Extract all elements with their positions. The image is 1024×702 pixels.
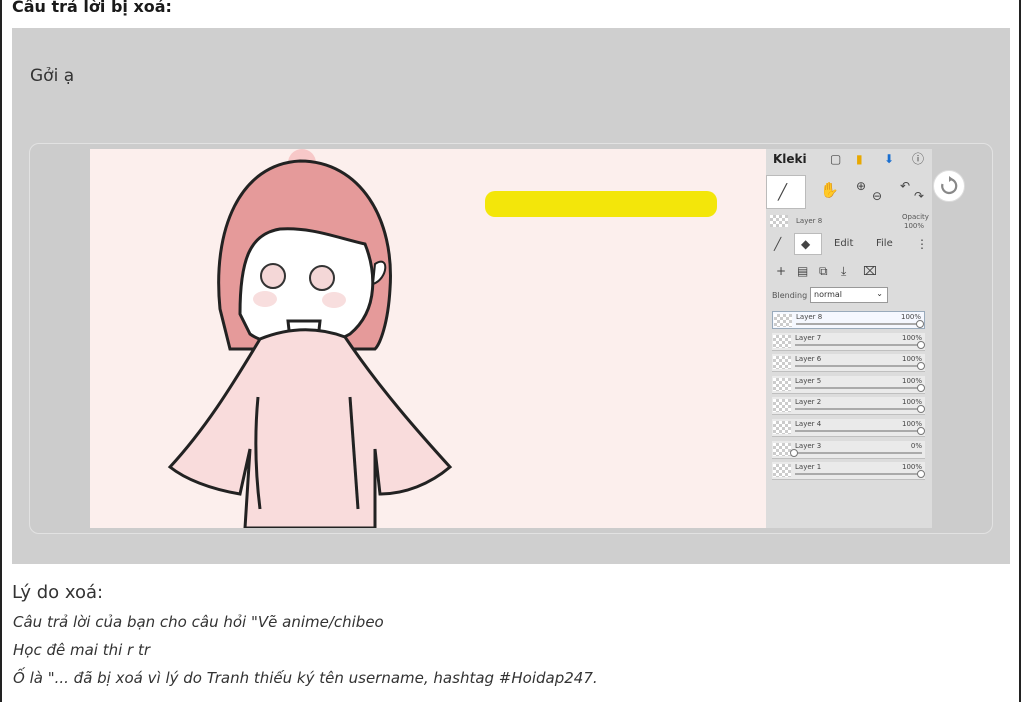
zoom-out-icon: ⊖ [872, 189, 883, 203]
layer-thumb [773, 334, 791, 348]
layers-icon: ◆ [801, 237, 811, 251]
redo-icon: ↷ [914, 189, 925, 203]
layer-thumb [773, 356, 791, 370]
reason-line: Câu trả lời của bạn cho câu hỏi "Vẽ anim… [13, 613, 384, 631]
layer-opacity-slider [795, 365, 922, 368]
tab-edit: Edit [834, 238, 854, 249]
layer-opacity-knob [916, 320, 924, 328]
layer-name: Layer 7 [795, 333, 822, 342]
brush-tab-icon: ╱ [774, 237, 782, 251]
layer-row[interactable]: Layer 2 100% [772, 397, 925, 416]
layer-opacity-slider [795, 343, 922, 346]
answer-text: Gởi ạ [30, 66, 75, 86]
layer-opacity-slider [795, 473, 922, 476]
layer-opacity-knob [917, 383, 925, 392]
layer-opacity-knob [917, 405, 925, 414]
layer-opacity-knob [917, 470, 925, 479]
help-icon: ⓘ [912, 152, 925, 166]
left-blush [253, 291, 277, 307]
layer-row[interactable]: Layer 7 100% [772, 332, 925, 351]
layer-opacity-slider [795, 430, 922, 432]
drawing-canvas [90, 149, 766, 528]
sweater [167, 328, 453, 528]
layer-name: Layer 6 [795, 355, 822, 364]
opacity-value: 100% [904, 222, 925, 230]
layer-name: Layer 8 [796, 313, 823, 321]
brush-icon: ╱ [778, 183, 788, 201]
kleki-logo: Kleki [773, 152, 807, 166]
rotate-icon [941, 176, 958, 195]
layer-row[interactable]: Layer 8 100% [772, 311, 925, 329]
layer-opacity: 0% [910, 441, 922, 450]
layer-name: Layer 3 [795, 441, 822, 450]
hand-icon: ✋ [820, 181, 839, 199]
blending-label: Blending [772, 291, 808, 300]
right-eye [309, 265, 335, 291]
yellow-highlight-stroke [485, 191, 717, 217]
add-layer-icon: + [776, 264, 787, 278]
layer-thumb [774, 314, 792, 327]
blending-select: normal ⌄ [810, 287, 888, 303]
layer-opacity-slider [795, 386, 922, 389]
layer-opacity-knob [917, 427, 925, 435]
deleted-answer-heading: Câu trả lời bị xoá: [12, 0, 172, 16]
open-icon: ▮ [856, 152, 863, 166]
current-layer-thumb [770, 215, 788, 227]
layer-name: Layer 2 [795, 398, 822, 407]
frame-border-right [1019, 0, 1021, 702]
layer-name: Layer 1 [795, 463, 822, 472]
duplicate-layer-icon: ⧉ [819, 264, 828, 278]
undo-icon: ↶ [900, 179, 911, 193]
reason-title: Lý do xoá: [12, 582, 104, 603]
left-eye [260, 263, 286, 289]
layer-opacity-knob [790, 448, 798, 457]
new-file-icon: ▢ [830, 152, 842, 166]
tab-file: File [876, 238, 893, 249]
rotate-image-button[interactable] [933, 170, 965, 202]
layer-thumb [773, 464, 791, 478]
kleki-panel: Kleki ▢ ▮ ⬇ ⓘ ╱ ✋ ⊕ ⊖ ↶ ↷ Layer 8 Opacit… [766, 149, 932, 528]
layer-row[interactable]: Layer 4 100% [772, 419, 925, 437]
layer-name: Layer 4 [795, 420, 822, 428]
layer-opacity-slider [795, 408, 922, 411]
layer-row[interactable]: Layer 3 0% [772, 440, 925, 459]
reason-line: Học đê mai thi r tr [13, 641, 151, 659]
layer-row[interactable]: Layer 5 100% [772, 375, 925, 394]
layer-opacity-slider [795, 451, 922, 454]
chevron-down-icon: ⌄ [876, 289, 883, 298]
layer-thumb [773, 377, 791, 391]
reason-line: Ố là "... đã bị xoá vì lý do Tranh thiếu… [13, 669, 598, 687]
layer-name: Layer 5 [795, 376, 822, 385]
download-icon: ⬇ [884, 152, 895, 166]
frame-border-left [0, 0, 2, 702]
merge-down-icon: ⤓ [841, 264, 847, 278]
opacity-label: Opacity [902, 213, 929, 221]
more-icon: ⋮ [916, 237, 928, 251]
layer-thumb [773, 399, 791, 413]
rename-layer-icon: ⌧ [863, 264, 877, 278]
zoom-in-icon: ⊕ [856, 179, 867, 193]
layer-opacity-knob [917, 362, 925, 371]
layer-thumb [773, 421, 791, 434]
delete-layer-icon: ▤ [797, 264, 809, 278]
layer-thumb [773, 442, 791, 456]
current-layer-name: Layer 8 [796, 217, 823, 225]
layer-row[interactable]: Layer 6 100% [772, 354, 925, 373]
blending-value: normal [814, 290, 843, 299]
right-blush [322, 292, 346, 308]
layer-opacity-knob [917, 340, 925, 349]
layer-row[interactable]: Layer 1 100% [772, 462, 925, 481]
chibi-drawing [167, 149, 717, 528]
layer-opacity-slider [796, 323, 921, 325]
